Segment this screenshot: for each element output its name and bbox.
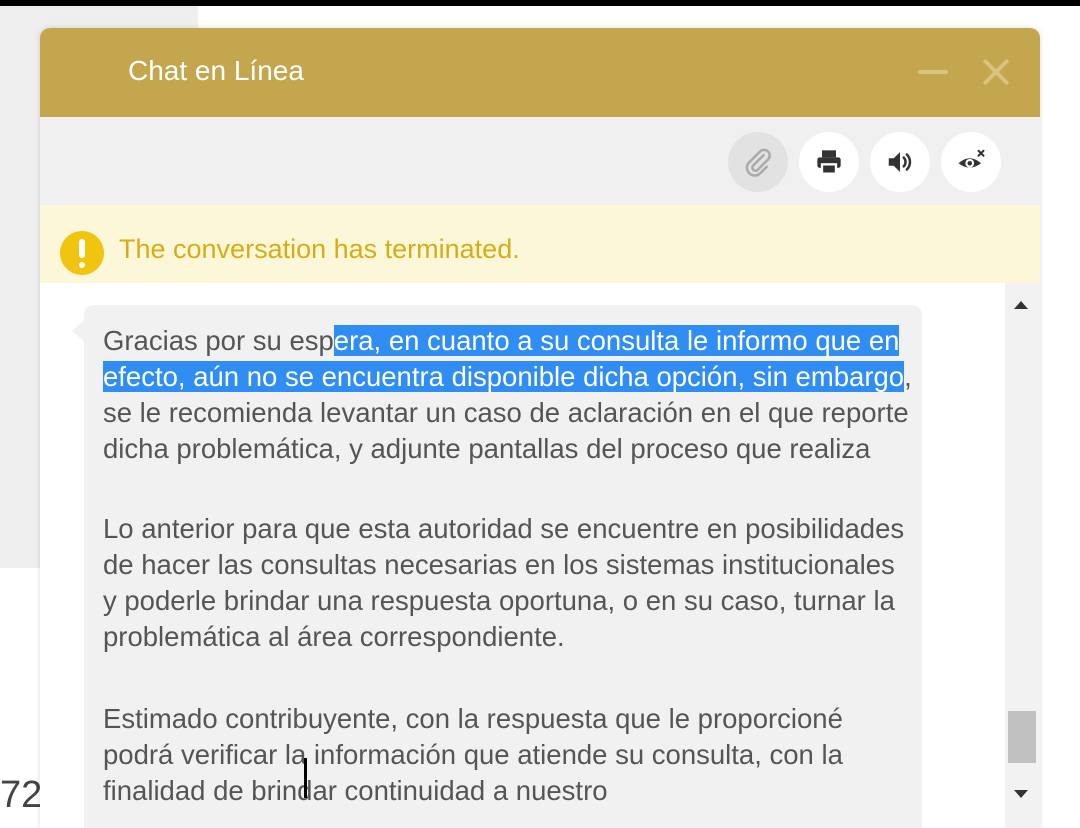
attach-button[interactable] (728, 132, 788, 192)
paperclip-icon (745, 148, 771, 177)
background-number-fragment: 72 (0, 774, 43, 816)
alert-text: The conversation has terminated. (119, 234, 520, 264)
minimize-button[interactable] (918, 70, 948, 74)
print-button[interactable] (799, 132, 859, 192)
scroll-up-arrow-icon[interactable] (1014, 301, 1028, 309)
message-paragraph-2: Lo anterior para que esta autoridad se e… (103, 513, 905, 652)
chat-title: Chat en Línea (128, 55, 304, 86)
message-paragraph-1: Gracias por su espera, en cuanto a su co… (103, 323, 913, 467)
chat-window: Chat en Línea The conversation has termi… (40, 28, 1040, 828)
exclamation-circle-icon (60, 231, 104, 275)
message-text: Gracias por su esp (103, 325, 334, 356)
text-cursor (304, 758, 307, 798)
message-scrollbar[interactable] (1005, 283, 1040, 828)
visibility-button[interactable] (941, 132, 1001, 192)
close-button[interactable] (976, 52, 1016, 92)
printer-icon (817, 150, 841, 175)
chat-header: Chat en Línea (40, 28, 1040, 117)
speaker-icon (888, 152, 912, 172)
conversation-terminated-alert: The conversation has terminated. (40, 205, 1040, 283)
sound-button[interactable] (870, 132, 930, 192)
eye-slash-icon (958, 149, 985, 168)
scroll-down-arrow-icon[interactable] (1014, 790, 1028, 798)
chat-toolbar (40, 117, 1040, 205)
message-paragraph-3: Estimado contribuyente, con la respuesta… (103, 703, 843, 806)
scroll-thumb[interactable] (1008, 711, 1036, 763)
message-area[interactable]: Gracias por su espera, en cuanto a su co… (40, 283, 1040, 828)
